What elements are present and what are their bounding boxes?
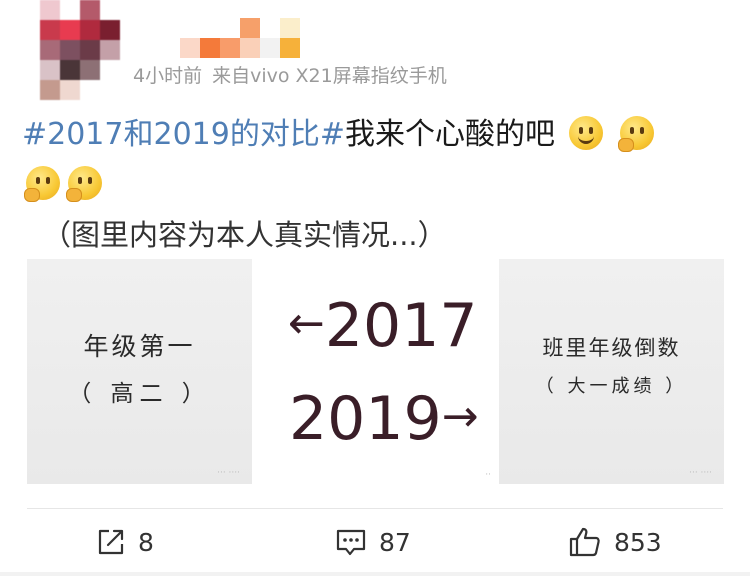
comment-icon bbox=[336, 529, 366, 556]
post-body: 我来个心酸的吧 bbox=[344, 117, 555, 152]
year-top: 2017 bbox=[324, 291, 478, 361]
comment-count: 87 bbox=[379, 527, 411, 557]
thumbs-up-icon bbox=[569, 527, 600, 557]
post-text: #2017和2019的对比#我来个心酸的吧 （图里内容为本人真实情况...） bbox=[22, 110, 722, 260]
image-right-title: 班里年级倒数 bbox=[542, 336, 681, 360]
avatar[interactable] bbox=[40, 0, 120, 100]
action-bar: 8 87 853 bbox=[0, 520, 750, 564]
image-center[interactable]: ←2017 2019→ ·· bbox=[263, 259, 493, 484]
post-meta: 4小时前 来自vivo X21屏幕指纹手机 bbox=[133, 61, 447, 88]
year-bottom: 2019 bbox=[289, 384, 442, 454]
smile-emoji bbox=[568, 116, 603, 150]
year-2017-label: ←2017 bbox=[288, 291, 478, 361]
image-left-subtitle: （ 高二 ） bbox=[68, 381, 211, 407]
cover-mouth-emoji bbox=[24, 166, 60, 202]
username-pixelated[interactable] bbox=[180, 18, 310, 58]
left-arrow-icon: ← bbox=[288, 298, 325, 349]
like-count: 853 bbox=[614, 527, 662, 557]
post-source[interactable]: 来自vivo X21屏幕指纹手机 bbox=[212, 65, 447, 87]
like-button[interactable]: 853 bbox=[568, 520, 662, 564]
hashtag-link[interactable]: #2017和2019的对比# bbox=[22, 117, 345, 152]
image-watermark: ·· bbox=[485, 470, 491, 480]
image-right[interactable]: 班里年级倒数 （ 大一成绩 ） ··· ···· bbox=[499, 259, 724, 484]
post-note: （图里内容为本人真实情况...） bbox=[42, 218, 447, 252]
comment-button[interactable]: 87 bbox=[335, 520, 411, 564]
post-time: 4小时前 bbox=[133, 65, 203, 87]
cover-mouth-emoji bbox=[66, 166, 102, 202]
right-arrow-icon: → bbox=[441, 391, 479, 442]
bottom-separator bbox=[0, 572, 750, 576]
repost-count: 8 bbox=[138, 527, 154, 557]
divider bbox=[27, 508, 723, 509]
image-watermark: ··· ···· bbox=[217, 468, 240, 478]
image-left-title: 年级第一 bbox=[83, 332, 196, 361]
repost-button[interactable]: 8 bbox=[96, 520, 154, 564]
cover-mouth-emoji bbox=[618, 116, 655, 152]
image-watermark: ··· ···· bbox=[689, 468, 712, 478]
image-left[interactable]: 年级第一 （ 高二 ） ··· ···· bbox=[27, 259, 252, 484]
repost-icon bbox=[98, 529, 124, 555]
image-right-subtitle: （ 大一成绩 ） bbox=[535, 376, 688, 397]
year-2019-label: 2019→ bbox=[289, 384, 479, 454]
